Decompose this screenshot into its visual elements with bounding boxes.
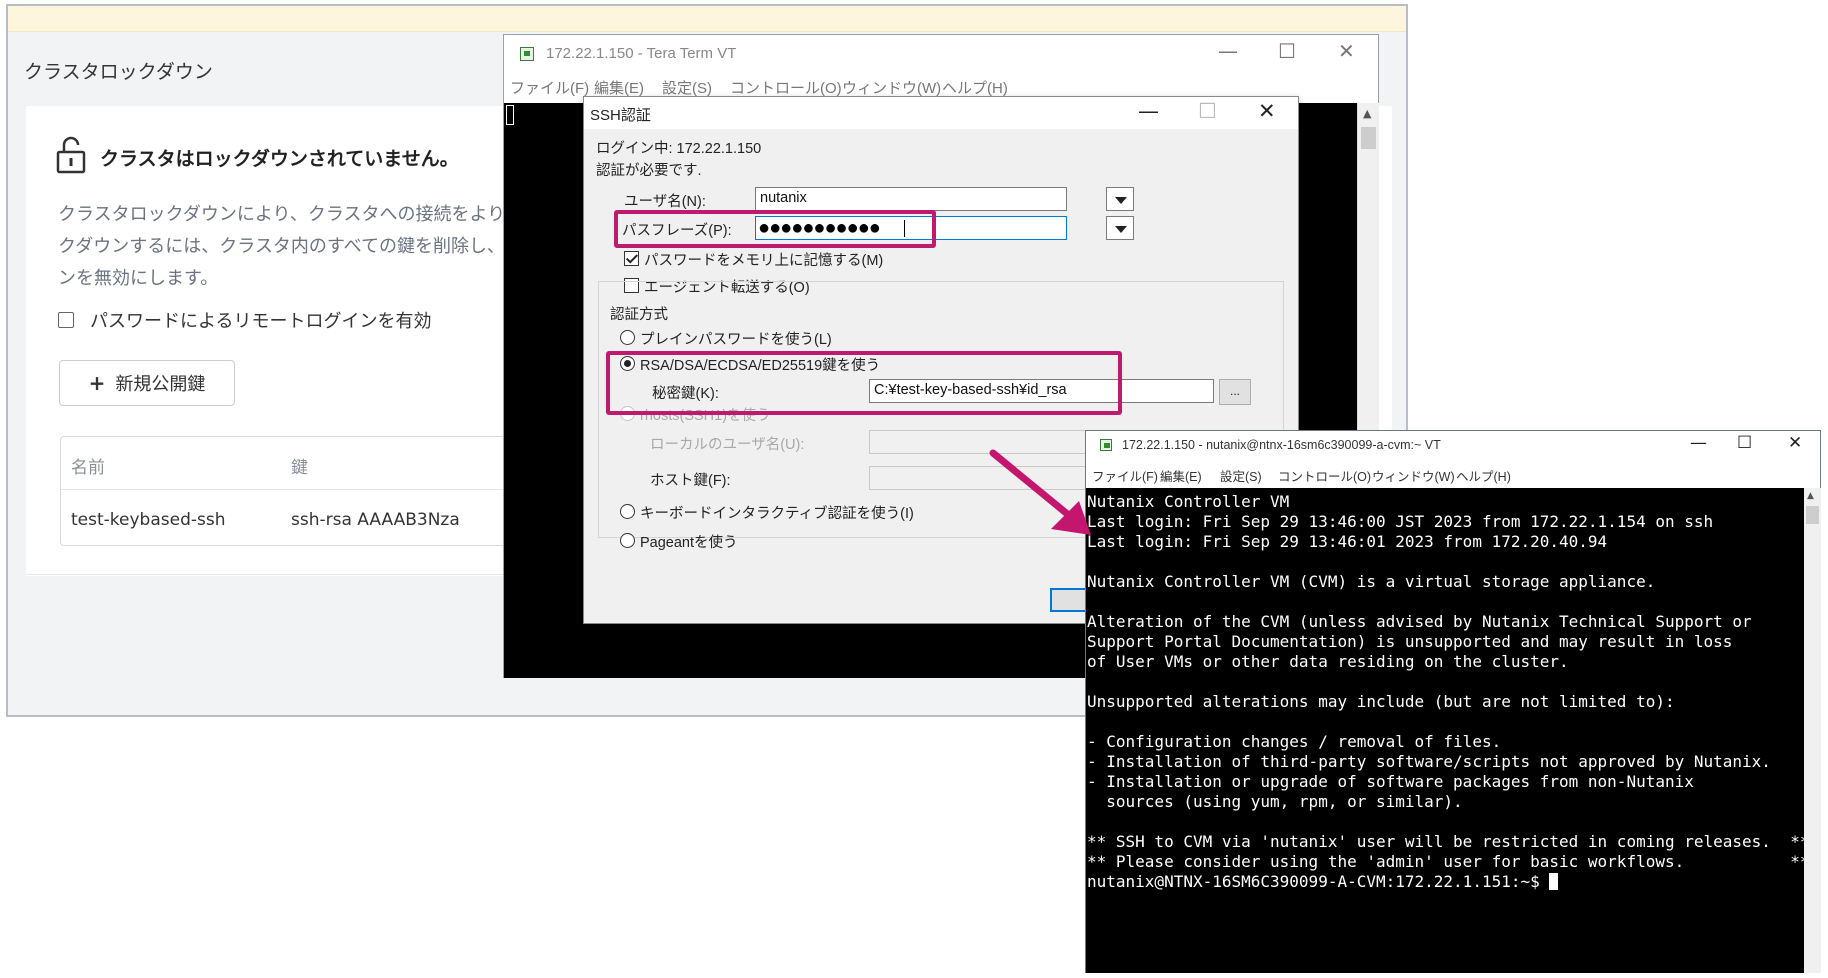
page-title: クラスタロックダウン [24,61,213,83]
scroll-up-icon[interactable]: ▲ [1363,107,1371,120]
new-public-key-button[interactable]: + 新規公開鍵 [59,360,235,406]
minimize-icon[interactable]: — [1690,433,1707,453]
close-icon[interactable]: ✕ [1258,99,1276,123]
menu-window[interactable]: ウィンドウ(W) [1372,466,1455,485]
terminal-line: - Installation of third-party software/s… [1087,752,1771,771]
menu-settings[interactable]: 設定(S) [662,77,712,98]
menu-edit[interactable]: 編集(E) [594,77,644,98]
terminal-line: Nutanix Controller VM [1087,492,1290,511]
username-label: ユーザ名(N): [624,194,706,210]
column-header-key: 鍵 [291,458,308,478]
teraterm-titlebar: 172.22.1.150 - Tera Term VT — ☐ ✕ [504,35,1378,71]
column-header-name: 名前 [71,458,105,478]
maximize-icon[interactable]: ☐ [1737,433,1752,453]
menu-control[interactable]: コントロール(O) [1278,466,1371,485]
close-icon[interactable]: ✕ [1788,433,1802,453]
scroll-thumb[interactable] [1806,506,1819,524]
ssh-dialog-titlebar: SSH認証 — ☐ ✕ [584,97,1298,129]
arrow-icon [989,449,1091,535]
terminal-cursor [1549,873,1559,890]
terminal-line: ** Please consider using the 'admin' use… [1087,852,1804,871]
logging-in-text: ログイン中: 172.22.1.150 [596,141,762,157]
description-line: ンを無効にします。 [58,268,219,289]
table-cell-key: ssh-rsa AAAAB3Nza [291,510,460,530]
terminal-output: Nutanix Controller VM Last login: Fri Sep… [1087,492,1804,892]
close-icon[interactable]: ✕ [1338,39,1355,63]
passphrase-dropdown[interactable] [1106,216,1134,240]
minimize-icon[interactable]: — [1218,39,1238,63]
local-user-label: ローカルのユーザ名(U): [650,437,805,453]
cvm-scrollbar[interactable]: ▲ [1804,488,1821,973]
cvm-terminal[interactable]: Nutanix Controller VM Last login: Fri Sep… [1086,488,1804,973]
username-dropdown[interactable] [1106,187,1134,211]
auth-required-text: 認証が必要です. [596,163,702,179]
terminal-line: Unsupported alterations may include (but… [1087,692,1675,711]
plain-password-label: プレインパスワードを使う(L) [640,332,832,348]
rsa-key-highlight [606,351,1122,415]
keyboard-interactive-label: キーボードインタラクティブ認証を使う(I) [640,506,914,522]
scroll-thumb[interactable] [1361,127,1376,149]
menu-edit[interactable]: 編集(E) [1160,466,1202,485]
username-field[interactable]: nutanix [755,187,1067,211]
radio-plain-password[interactable] [620,330,635,345]
terminal-line: Support Portal Documentation) is unsuppo… [1087,632,1733,651]
terminal-line: Last login: Fri Sep 29 13:46:00 JST 2023… [1087,512,1714,531]
terminal-prompt: nutanix@NTNX-16SM6C390099-A-CVM:172.22.1… [1087,872,1804,892]
terminal-line: of User VMs or other data residing on th… [1087,652,1569,671]
terminal-line: - Installation or upgrade of software pa… [1087,772,1694,791]
minimize-icon[interactable]: — [1138,99,1159,123]
auth-method-group-label: 認証方式 [608,303,670,324]
terminal-line: Alteration of the CVM (unless advised by… [1087,612,1752,631]
maximize-icon[interactable]: ☐ [1278,39,1296,63]
password-login-checkbox[interactable] [58,312,74,328]
cvm-terminal-window: 172.22.1.150 - nutanix@ntnx-16sm6c390099… [1085,430,1821,973]
cvm-titlebar: 172.22.1.150 - nutanix@ntnx-16sm6c390099… [1086,431,1820,461]
browse-button[interactable]: ... [1219,379,1251,405]
terminal-line: Last login: Fri Sep 29 13:46:01 2023 fro… [1087,532,1608,551]
menu-help[interactable]: ヘルプ(H) [942,77,1008,98]
cvm-title: 172.22.1.150 - nutanix@ntnx-16sm6c390099… [1122,438,1441,452]
terminal-line: sources (using yum, rpm, or similar). [1087,792,1463,811]
radio-pageant[interactable] [620,533,635,548]
unlock-icon [56,136,86,174]
terminal-line: ** SSH to CVM via 'nutanix' user will be… [1087,832,1804,851]
pageant-label: Pageantを使う [640,535,738,551]
description-line: クダウンするには、クラスタ内のすべての鍵を削除し、パスワ [58,236,559,257]
plus-icon: + [88,371,106,395]
top-banner [8,6,1406,32]
terminal-line: - Configuration changes / removal of fil… [1087,732,1502,751]
scroll-up-icon[interactable]: ▲ [1807,491,1814,501]
teraterm-app-icon [520,47,534,61]
teraterm-title: 172.22.1.150 - Tera Term VT [546,45,737,62]
new-public-key-label: 新規公開鍵 [115,374,206,395]
terminal-cursor [506,105,514,125]
maximize-icon: ☐ [1198,99,1217,123]
menu-control[interactable]: コントロール(O) [730,77,842,98]
menu-window[interactable]: ウィンドウ(W) [842,77,941,98]
remember-password-checkbox[interactable] [624,251,639,266]
terminal-prompt-text: nutanix@NTNX-16SM6C390099-A-CVM:172.22.1… [1087,872,1550,891]
passphrase-highlight [614,210,936,248]
password-login-label: パスワードによるリモートログインを有効 [90,311,432,332]
host-key-label: ホスト鍵(F): [650,473,731,489]
radio-keyboard-interactive[interactable] [620,504,635,519]
menu-help[interactable]: ヘルプ(H) [1456,466,1511,485]
lockdown-status: クラスタはロックダウンされていません。 [100,148,459,170]
table-cell-name: test-keybased-ssh [71,510,226,530]
terminal-line: Nutanix Controller VM (CVM) is a virtual… [1087,572,1656,591]
remember-password-label: パスワードをメモリ上に記憶する(M) [644,253,884,269]
menu-file[interactable]: ファイル(F) [510,77,589,98]
menu-settings[interactable]: 設定(S) [1220,466,1262,485]
ssh-dialog-title: SSH認証 [590,107,651,124]
